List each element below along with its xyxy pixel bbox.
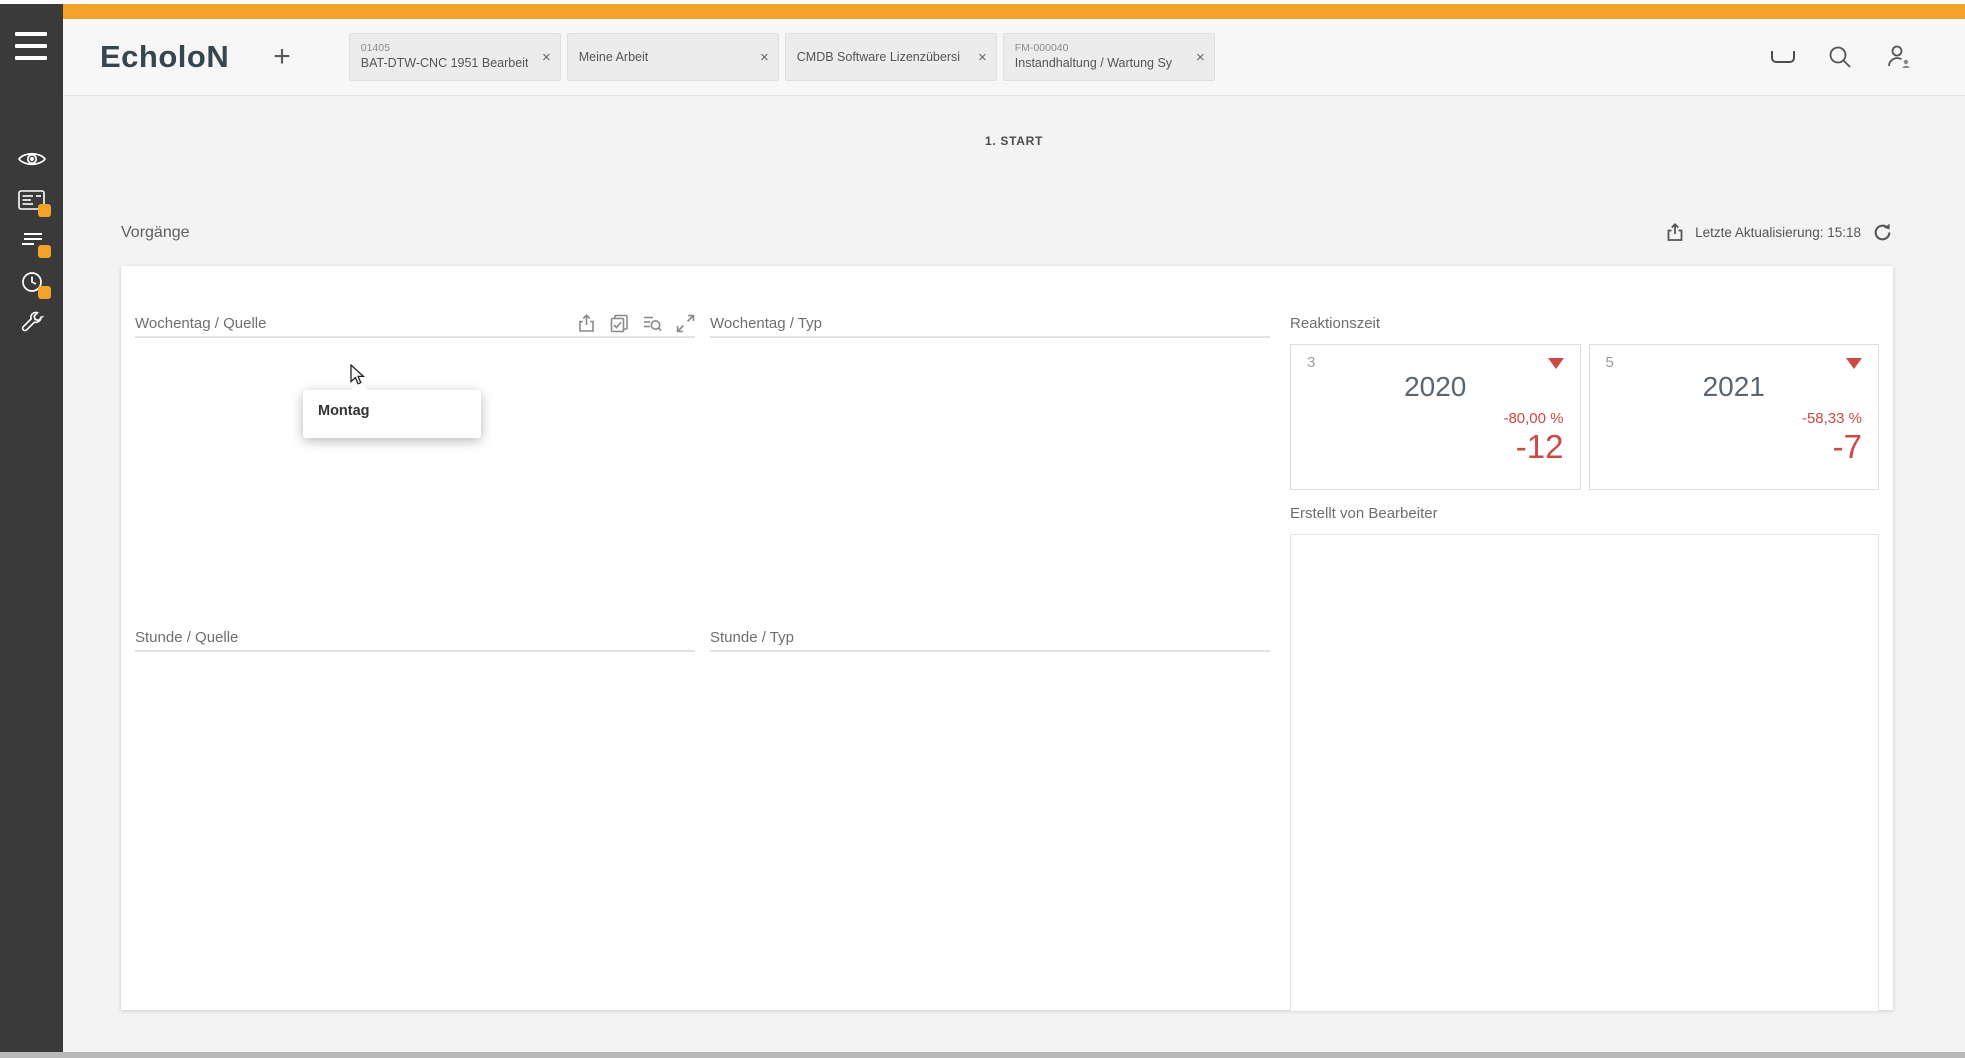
- fullscreen-icon[interactable]: [676, 314, 695, 333]
- sidebar: [0, 4, 63, 1052]
- export-chart-icon[interactable]: [577, 313, 596, 333]
- tray-icon[interactable]: [1771, 51, 1795, 63]
- kpi-delta: -7: [1832, 428, 1862, 465]
- kpi-year: 2021: [1702, 371, 1765, 402]
- x-axis: [135, 655, 695, 673]
- orange-badge: [37, 286, 51, 299]
- kpi-card-2021: 5 2021 -58,33 % -7: [1588, 344, 1879, 490]
- sidebar-icon-column: [0, 146, 63, 336]
- orange-badge: [37, 245, 51, 258]
- document-tab-text: 01405 BAT-DTW-CNC 1951 Bearbeit: [361, 42, 529, 71]
- kpi-card-2020: 3 2020 -80,00 % -12: [1290, 344, 1581, 490]
- chart-weekday-source: Wochentag / Quelle Montag: [135, 310, 695, 438]
- chart-title: Stunde / Typ: [710, 628, 794, 646]
- chart-tooltip: Montag: [303, 381, 481, 438]
- document-tab-text: FM-000040 Instandhaltung / Wartung Sy: [1015, 42, 1172, 71]
- plot-area: [135, 650, 695, 652]
- document-tab[interactable]: FM-000040 Instandhaltung / Wartung Sy ×: [1002, 33, 1215, 81]
- page-header: Vorgänge Letzte Aktualisierung: 15:18: [121, 222, 1893, 243]
- kpi-count: 5: [1605, 354, 1614, 371]
- trend-down-icon: [1846, 358, 1862, 369]
- kpi-percent: -58,33 %: [1801, 410, 1862, 427]
- select-series-icon[interactable]: [610, 314, 629, 333]
- filter-search-icon[interactable]: [643, 314, 662, 333]
- dashboard-body: Wochentag / Quelle Montag Wochentag / Ty…: [121, 300, 1893, 1012]
- list-icon[interactable]: [16, 228, 51, 258]
- chart-toolbar: [577, 313, 695, 333]
- tab-close-icon[interactable]: ×: [760, 49, 769, 66]
- kpi-section: Reaktionszeit 3 2020 -80,00 % -12 5 2021…: [1290, 310, 1879, 490]
- trend-down-icon: [1547, 358, 1564, 369]
- application-window: EcholoN + 01405 BAT-DTW-CNC 1951 Bearbeit…: [0, 0, 1965, 1058]
- document-tab-text: Meine Arbeit: [579, 49, 648, 65]
- pie-erstellt: [1290, 534, 1879, 1012]
- kpi-year: 2020: [1404, 371, 1467, 402]
- clock-icon[interactable]: [16, 269, 51, 299]
- document-tab-title: Meine Arbeit: [578, 49, 649, 64]
- refresh-icon[interactable]: [1872, 222, 1893, 243]
- window-bottom-edge: [0, 1052, 1965, 1058]
- last-update-label: Letzte Aktualisierung: 15:18: [1695, 225, 1861, 240]
- document-tab-title: BAT-DTW-CNC 1951 Bearbeit: [360, 56, 529, 71]
- chart-title: Erstellt von Bearbeiter: [1290, 504, 1438, 522]
- search-icon[interactable]: [1827, 44, 1853, 70]
- kpi-delta: -12: [1515, 428, 1564, 465]
- document-tab[interactable]: Meine Arbeit ×: [566, 33, 779, 81]
- kpi-count: 3: [1307, 354, 1316, 371]
- chart-title: Stunde / Quelle: [135, 628, 239, 646]
- document-tab[interactable]: 01405 BAT-DTW-CNC 1951 Bearbeit ×: [348, 33, 561, 81]
- document-tabs: 01405 BAT-DTW-CNC 1951 Bearbeit × Meine Arb…: [348, 33, 1215, 81]
- orange-badge: [37, 204, 51, 217]
- app-logo: EcholoN: [100, 39, 230, 74]
- tab-close-icon[interactable]: ×: [978, 49, 987, 66]
- new-tab-button[interactable]: +: [273, 42, 291, 72]
- app-header: EcholoN + 01405 BAT-DTW-CNC 1951 Bearbeit…: [63, 19, 1965, 96]
- plot-area: [710, 650, 1270, 652]
- last-update-area: Letzte Aktualisierung: 15:18: [1666, 222, 1893, 243]
- hamburger-menu-icon[interactable]: [15, 32, 47, 60]
- document-tab[interactable]: CMDB Software Lizenzübersi ×: [784, 33, 997, 81]
- header-icons: [1771, 43, 1913, 71]
- chart-hour-source: Stunde / Quelle: [135, 624, 695, 673]
- document-tab-title: Instandhaltung / Wartung Sy: [1014, 56, 1173, 71]
- content-card: Wochentag / Quelle Montag Wochentag / Ty…: [121, 266, 1893, 1012]
- x-axis: [135, 341, 695, 359]
- pie-section: Erstellt von Bearbeiter: [1290, 500, 1879, 1012]
- chart-hour-type: Stunde / Typ: [710, 624, 1270, 673]
- content-tabs: [121, 266, 1893, 300]
- wrench-icon[interactable]: [16, 310, 48, 336]
- main-content: 1. START Vorgänge Letzte Aktualisierung:…: [63, 96, 1965, 1012]
- mouse-cursor: [350, 364, 366, 385]
- plot-area: [710, 336, 1270, 338]
- chart-weekday-type: Wochentag / Typ: [710, 310, 1270, 359]
- card-view-icon[interactable]: [16, 187, 51, 217]
- nav-menu: 1. START: [63, 134, 1965, 148]
- kpi-percent: -80,00 %: [1503, 410, 1564, 427]
- document-tab-code: FM-000040: [1014, 42, 1069, 55]
- pie-chart[interactable]: [1461, 663, 1685, 887]
- nav-item[interactable]: 1. START: [970, 134, 1058, 148]
- top-accent-bar: [63, 4, 1965, 19]
- x-axis: [710, 655, 1270, 673]
- tooltip-title: Montag: [318, 403, 370, 419]
- tab-close-icon[interactable]: ×: [542, 49, 551, 66]
- user-icon[interactable]: [1885, 43, 1913, 71]
- eye-icon[interactable]: [16, 146, 48, 172]
- chart-title: Wochentag / Typ: [710, 314, 823, 332]
- x-axis: [710, 341, 1270, 359]
- kpi-section-title: Reaktionszeit: [1290, 314, 1381, 332]
- plot-area: [135, 336, 695, 338]
- tab-close-icon[interactable]: ×: [1196, 49, 1205, 66]
- export-icon[interactable]: [1666, 223, 1684, 242]
- chart-title: Wochentag / Quelle: [135, 314, 267, 332]
- document-tab-code: 01405: [360, 42, 390, 55]
- document-tab-text: CMDB Software Lizenzübersi: [797, 49, 960, 65]
- page-title: Vorgänge: [121, 223, 190, 241]
- document-tab-title: CMDB Software Lizenzübersi: [796, 49, 961, 64]
